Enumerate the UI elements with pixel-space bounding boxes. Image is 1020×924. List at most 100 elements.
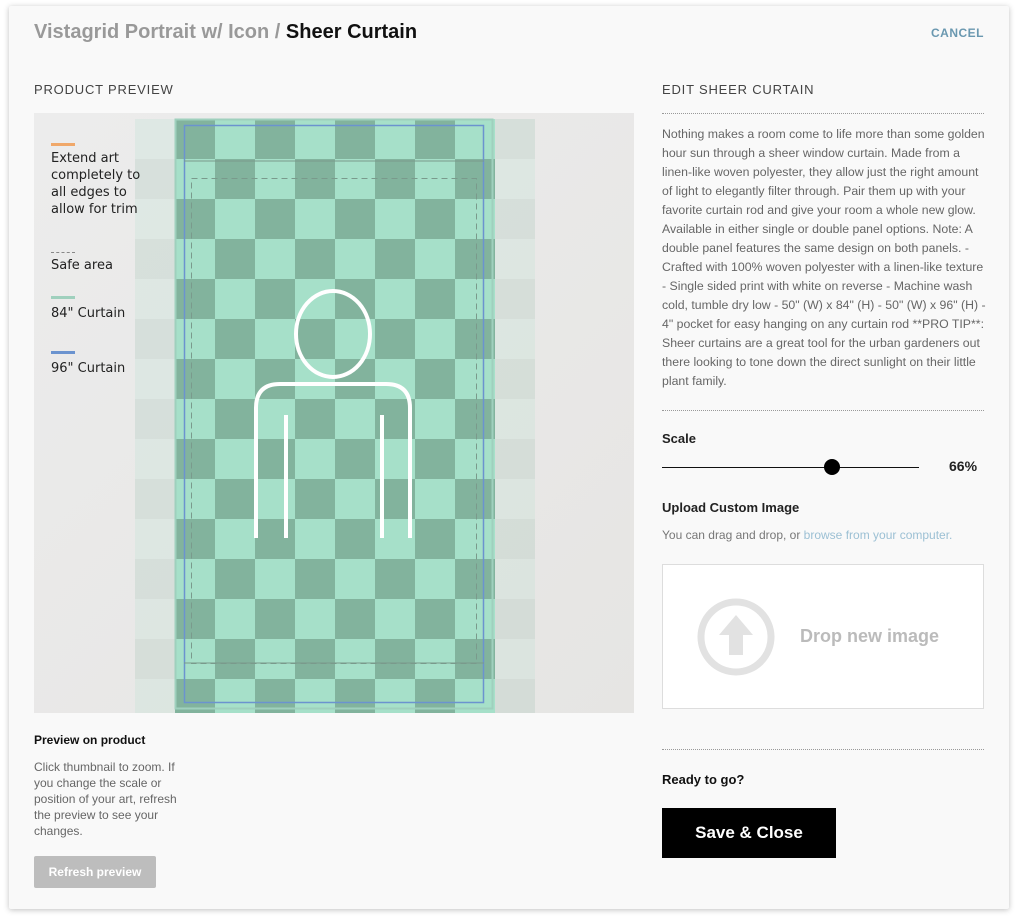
pattern-tile — [295, 399, 335, 439]
pattern-tile — [335, 479, 375, 519]
pattern-tile — [175, 399, 215, 439]
legend-extend-art-label: Extend art completely to all edges to al… — [51, 151, 141, 217]
drop-new-image-label: Drop new image — [800, 626, 940, 646]
save-and-close-button[interactable]: Save & Close — [662, 808, 836, 858]
pattern-tile — [135, 439, 175, 479]
pattern-tile — [495, 359, 535, 399]
safe-area-swatch — [51, 252, 75, 253]
product-title: Sheer Curtain — [285, 21, 418, 43]
pattern-tile — [175, 239, 215, 279]
extend-art-swatch — [51, 143, 75, 146]
pattern-tile — [415, 199, 455, 239]
pattern-tile — [135, 679, 175, 713]
legend-extend-art: Extend art completely to all edges to al… — [51, 143, 143, 218]
pattern-tile — [335, 439, 375, 479]
pattern-tile — [415, 599, 455, 639]
pattern-tile — [175, 359, 215, 399]
pattern-tile — [495, 639, 535, 679]
pattern-tile — [215, 479, 255, 519]
pattern-tile — [175, 639, 215, 679]
pattern-tile — [135, 559, 175, 599]
pattern-tile — [215, 399, 255, 439]
ready-to-go-label: Ready to go? — [662, 772, 745, 787]
pattern-tile — [495, 239, 535, 279]
pattern-tile — [495, 439, 535, 479]
pattern-tile — [175, 479, 215, 519]
pattern-tile — [255, 239, 295, 279]
pattern-tile — [455, 279, 495, 319]
refresh-preview-button[interactable]: Refresh preview — [34, 856, 156, 888]
pattern-tile — [415, 319, 455, 359]
pattern-tile — [215, 439, 255, 479]
pattern-tile — [415, 359, 455, 399]
pattern-tile — [215, 639, 255, 679]
pattern-tile — [415, 479, 455, 519]
pattern-tile — [175, 599, 215, 639]
product-description: Nothing makes a room come to life more t… — [662, 127, 986, 388]
scale-label: Scale — [662, 431, 696, 446]
pattern-tile — [455, 319, 495, 359]
pattern-tile — [295, 559, 335, 599]
pattern-tile — [455, 599, 495, 639]
edit-heading: EDIT SHEER CURTAIN — [662, 82, 815, 97]
divider — [662, 410, 984, 411]
upload-help-text: You can drag and drop, or browse from yo… — [662, 528, 952, 542]
pattern-tile — [135, 479, 175, 519]
cancel-button[interactable]: CANCEL — [931, 26, 984, 40]
pattern-tile — [295, 599, 335, 639]
pattern-tile — [415, 639, 455, 679]
pattern-tile — [495, 119, 535, 159]
product-preview-thumbnail[interactable]: Extend art completely to all edges to al… — [34, 113, 634, 713]
pattern-tile — [135, 599, 175, 639]
pattern-tile — [455, 359, 495, 399]
upload-custom-image-heading: Upload Custom Image — [662, 500, 800, 515]
edit-product-dialog: Vistagrid Portrait w/ Icon / Sheer Curta… — [9, 6, 1009, 909]
pattern-tile — [495, 479, 535, 519]
browse-computer-link[interactable]: browse from your computer. — [804, 528, 953, 542]
pattern-tile — [295, 199, 335, 239]
pattern-tile — [455, 199, 495, 239]
pattern-tile — [495, 399, 535, 439]
divider — [662, 749, 984, 750]
pattern-tile — [215, 519, 255, 559]
pattern-tile — [455, 239, 495, 279]
preview-on-product-heading: Preview on product — [34, 733, 146, 747]
pattern-tile — [375, 359, 415, 399]
pattern-tile — [415, 279, 455, 319]
pattern-tile — [135, 279, 175, 319]
pattern-tile — [255, 479, 295, 519]
pattern-tile — [495, 559, 535, 599]
pattern-tile — [335, 359, 375, 399]
pattern-tile — [295, 359, 335, 399]
pattern-tile — [295, 239, 335, 279]
upload-arrow-icon — [697, 598, 775, 675]
pattern-tile — [215, 239, 255, 279]
pattern-tile — [415, 399, 455, 439]
breadcrumb[interactable]: Vistagrid Portrait w/ Icon / — [34, 21, 280, 43]
pattern-tile — [495, 319, 535, 359]
divider — [662, 113, 984, 114]
preview-help-text: Click thumbnail to zoom. If you change t… — [34, 760, 177, 838]
legend-84-curtain-label: 84" Curtain — [51, 306, 126, 321]
pattern-tile — [135, 639, 175, 679]
pattern-tile — [375, 319, 415, 359]
pattern-tile — [455, 639, 495, 679]
pattern-tile — [175, 559, 215, 599]
scale-slider-thumb[interactable] — [823, 459, 840, 475]
pattern-tile — [255, 199, 295, 239]
legend-84-curtain: 84" Curtain — [51, 296, 125, 322]
legend-96-curtain: 96" Curtain — [51, 351, 125, 377]
scale-slider-track[interactable] — [662, 467, 919, 468]
pattern-tile — [375, 559, 415, 599]
pattern-tile — [495, 279, 535, 319]
pattern-tile — [415, 519, 455, 559]
pattern-tile — [455, 399, 495, 439]
pattern-tile — [455, 519, 495, 559]
pattern-tile — [415, 559, 455, 599]
page-title: Vistagrid Portrait w/ Icon / Sheer Curta… — [34, 21, 417, 44]
pattern-tile — [215, 199, 255, 239]
pattern-tile — [255, 599, 295, 639]
pattern-tile — [215, 559, 255, 599]
image-drop-zone[interactable]: Drop new image — [662, 564, 984, 709]
pattern-tile — [375, 199, 415, 239]
